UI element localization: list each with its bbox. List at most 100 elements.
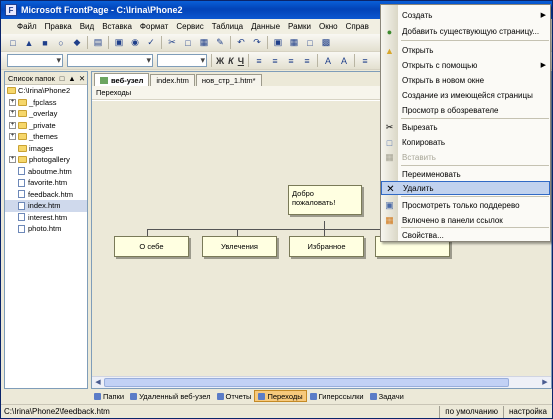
menu-insert[interactable]: Вставка bbox=[98, 22, 136, 31]
nav-node-home[interactable]: Добро пожаловать! bbox=[288, 185, 362, 215]
copy-icon[interactable]: □ bbox=[181, 36, 195, 50]
font-select[interactable] bbox=[67, 54, 153, 67]
menu-window[interactable]: Окно bbox=[315, 22, 342, 31]
tree-file[interactable]: photo.htm bbox=[5, 223, 87, 235]
view-reports-button[interactable]: Отчеты bbox=[214, 390, 255, 402]
tree-folder[interactable]: + _themes bbox=[5, 131, 87, 143]
new-folder-icon[interactable]: ▲ bbox=[67, 74, 77, 83]
numbering-icon[interactable]: ≡ bbox=[358, 54, 372, 68]
menu-item-delete[interactable]: ✕ Удалить bbox=[381, 181, 550, 195]
view-tasks-button[interactable]: Задачи bbox=[367, 390, 407, 402]
horizontal-scrollbar[interactable]: ◀ ▶ bbox=[92, 376, 551, 388]
tree-folder[interactable]: + _overlay bbox=[5, 108, 87, 120]
cut-icon[interactable]: ✂ bbox=[165, 36, 179, 50]
spelling-icon[interactable]: ✓ bbox=[144, 36, 158, 50]
tree-file[interactable]: aboutme.htm bbox=[5, 166, 87, 178]
menu-item-open-with[interactable]: Открыть с помощью ▶ bbox=[381, 58, 550, 72]
menu-format[interactable]: Формат bbox=[136, 22, 172, 31]
tree-file[interactable]: interest.htm bbox=[5, 212, 87, 224]
menu-table[interactable]: Таблица bbox=[208, 22, 247, 31]
scroll-left-icon[interactable]: ◀ bbox=[93, 378, 103, 388]
menu-item-new[interactable]: Создать ▶ bbox=[381, 8, 550, 22]
expand-icon[interactable]: + bbox=[9, 121, 16, 129]
web-component-icon[interactable]: ▣ bbox=[271, 36, 285, 50]
menu-item-properties[interactable]: Свойства... bbox=[381, 228, 550, 242]
style-select[interactable] bbox=[7, 54, 63, 67]
tree-folder[interactable]: + _fpclass bbox=[5, 97, 87, 109]
tree-folder[interactable]: + _private bbox=[5, 120, 87, 132]
bold-button[interactable]: Ж bbox=[214, 56, 226, 66]
menu-item-cut[interactable]: ✂ Вырезать bbox=[381, 120, 550, 134]
tree-file[interactable]: favorite.htm bbox=[5, 177, 87, 189]
align-right-icon[interactable]: ≡ bbox=[284, 54, 298, 68]
format-painter-icon[interactable]: ✎ bbox=[213, 36, 227, 50]
view-hyperlinks-button[interactable]: Гиперссылки bbox=[307, 390, 367, 402]
decrease-font-icon[interactable]: A bbox=[337, 54, 351, 68]
view-navigation-button[interactable]: Переходы bbox=[254, 390, 307, 402]
menu-data[interactable]: Данные bbox=[247, 22, 284, 31]
tree-label: interest.htm bbox=[28, 212, 68, 222]
nav-node[interactable]: Увлечения bbox=[202, 236, 277, 257]
menu-item-label: Включено в панели ссылок bbox=[402, 215, 503, 225]
expand-icon[interactable]: + bbox=[9, 110, 16, 118]
nav-node[interactable]: О себе bbox=[114, 236, 189, 257]
align-center-icon[interactable]: ≡ bbox=[268, 54, 282, 68]
menu-item-create-from-page[interactable]: Создание из имеющейся страницы bbox=[381, 88, 550, 102]
menu-item-view-subtree[interactable]: ▣ Просмотреть только поддерево bbox=[381, 198, 550, 212]
new-page-icon[interactable]: □ bbox=[6, 36, 20, 50]
tab-index[interactable]: index.htm bbox=[150, 74, 195, 86]
undo-icon[interactable]: ↶ bbox=[234, 36, 248, 50]
search-icon[interactable]: ○ bbox=[54, 36, 68, 50]
save-icon[interactable]: ■ bbox=[38, 36, 52, 50]
expand-icon[interactable]: + bbox=[9, 98, 16, 106]
open-icon[interactable]: ▲ bbox=[22, 36, 36, 50]
menu-item-preview-browser[interactable]: Просмотр в обозревателе bbox=[381, 103, 550, 117]
tab-website[interactable]: веб-узел bbox=[94, 73, 150, 86]
menu-item-add-existing-page[interactable]: ● Добавить существующую страницу... bbox=[381, 24, 550, 38]
frontpage-icon: F bbox=[5, 4, 17, 16]
tab-new-page[interactable]: нов_стр_1.htm* bbox=[195, 74, 262, 86]
menu-help[interactable]: Справ bbox=[342, 22, 373, 31]
menu-view[interactable]: Вид bbox=[76, 22, 98, 31]
paste-icon[interactable]: ▦ bbox=[197, 36, 211, 50]
insert-picture-icon[interactable]: ▩ bbox=[319, 36, 333, 50]
tree-root[interactable]: C:\Irina\Phone2 bbox=[5, 85, 87, 97]
expand-icon[interactable]: + bbox=[9, 156, 16, 164]
preview-icon[interactable]: ◉ bbox=[128, 36, 142, 50]
tree-file[interactable]: feedback.htm bbox=[5, 189, 87, 201]
expand-icon[interactable]: + bbox=[9, 133, 16, 141]
insert-table-icon[interactable]: ▦ bbox=[287, 36, 301, 50]
menu-item-open[interactable]: ▲ Открыть bbox=[381, 43, 550, 57]
publish-icon[interactable]: ◆ bbox=[70, 36, 84, 50]
new-page-icon[interactable]: □ bbox=[57, 74, 67, 83]
menu-file[interactable]: Файл bbox=[13, 22, 41, 31]
scroll-thumb[interactable] bbox=[104, 378, 509, 387]
increase-font-icon[interactable]: A bbox=[321, 54, 335, 68]
italic-button[interactable]: К bbox=[226, 56, 236, 66]
tree-file-selected[interactable]: index.htm bbox=[5, 200, 87, 212]
menu-item-open-new-window[interactable]: Открыть в новом окне bbox=[381, 73, 550, 87]
menu-edit[interactable]: Правка bbox=[41, 22, 76, 31]
status-setting[interactable]: настройка bbox=[502, 405, 552, 418]
print-icon[interactable]: ▣ bbox=[112, 36, 126, 50]
justify-icon[interactable]: ≡ bbox=[300, 54, 314, 68]
align-left-icon[interactable]: ≡ bbox=[252, 54, 266, 68]
close-icon[interactable]: ✕ bbox=[77, 74, 87, 83]
underline-button[interactable]: Ч bbox=[236, 56, 246, 66]
toggle-pane-icon[interactable]: ▤ bbox=[91, 36, 105, 50]
menu-item-paste[interactable]: ▦ Вставить bbox=[381, 150, 550, 164]
view-folders-button[interactable]: Папки bbox=[91, 390, 127, 402]
menu-tools[interactable]: Сервис bbox=[172, 22, 207, 31]
insert-layer-icon[interactable]: □ bbox=[303, 36, 317, 50]
menu-item-link-bar[interactable]: ▦ Включено в панели ссылок bbox=[381, 213, 550, 227]
nav-node[interactable]: Избранное bbox=[289, 236, 364, 257]
menu-item-copy[interactable]: □ Копировать bbox=[381, 135, 550, 149]
tree-folder[interactable]: images bbox=[5, 143, 87, 155]
tree-folder[interactable]: + photogallery bbox=[5, 154, 87, 166]
menu-frames[interactable]: Рамки bbox=[284, 22, 315, 31]
menu-item-rename[interactable]: Переименовать bbox=[381, 167, 550, 181]
redo-icon[interactable]: ↷ bbox=[250, 36, 264, 50]
view-remote-site-button[interactable]: Удаленный веб-узел bbox=[127, 390, 213, 402]
font-size-select[interactable] bbox=[157, 54, 207, 67]
scroll-right-icon[interactable]: ▶ bbox=[540, 378, 550, 388]
